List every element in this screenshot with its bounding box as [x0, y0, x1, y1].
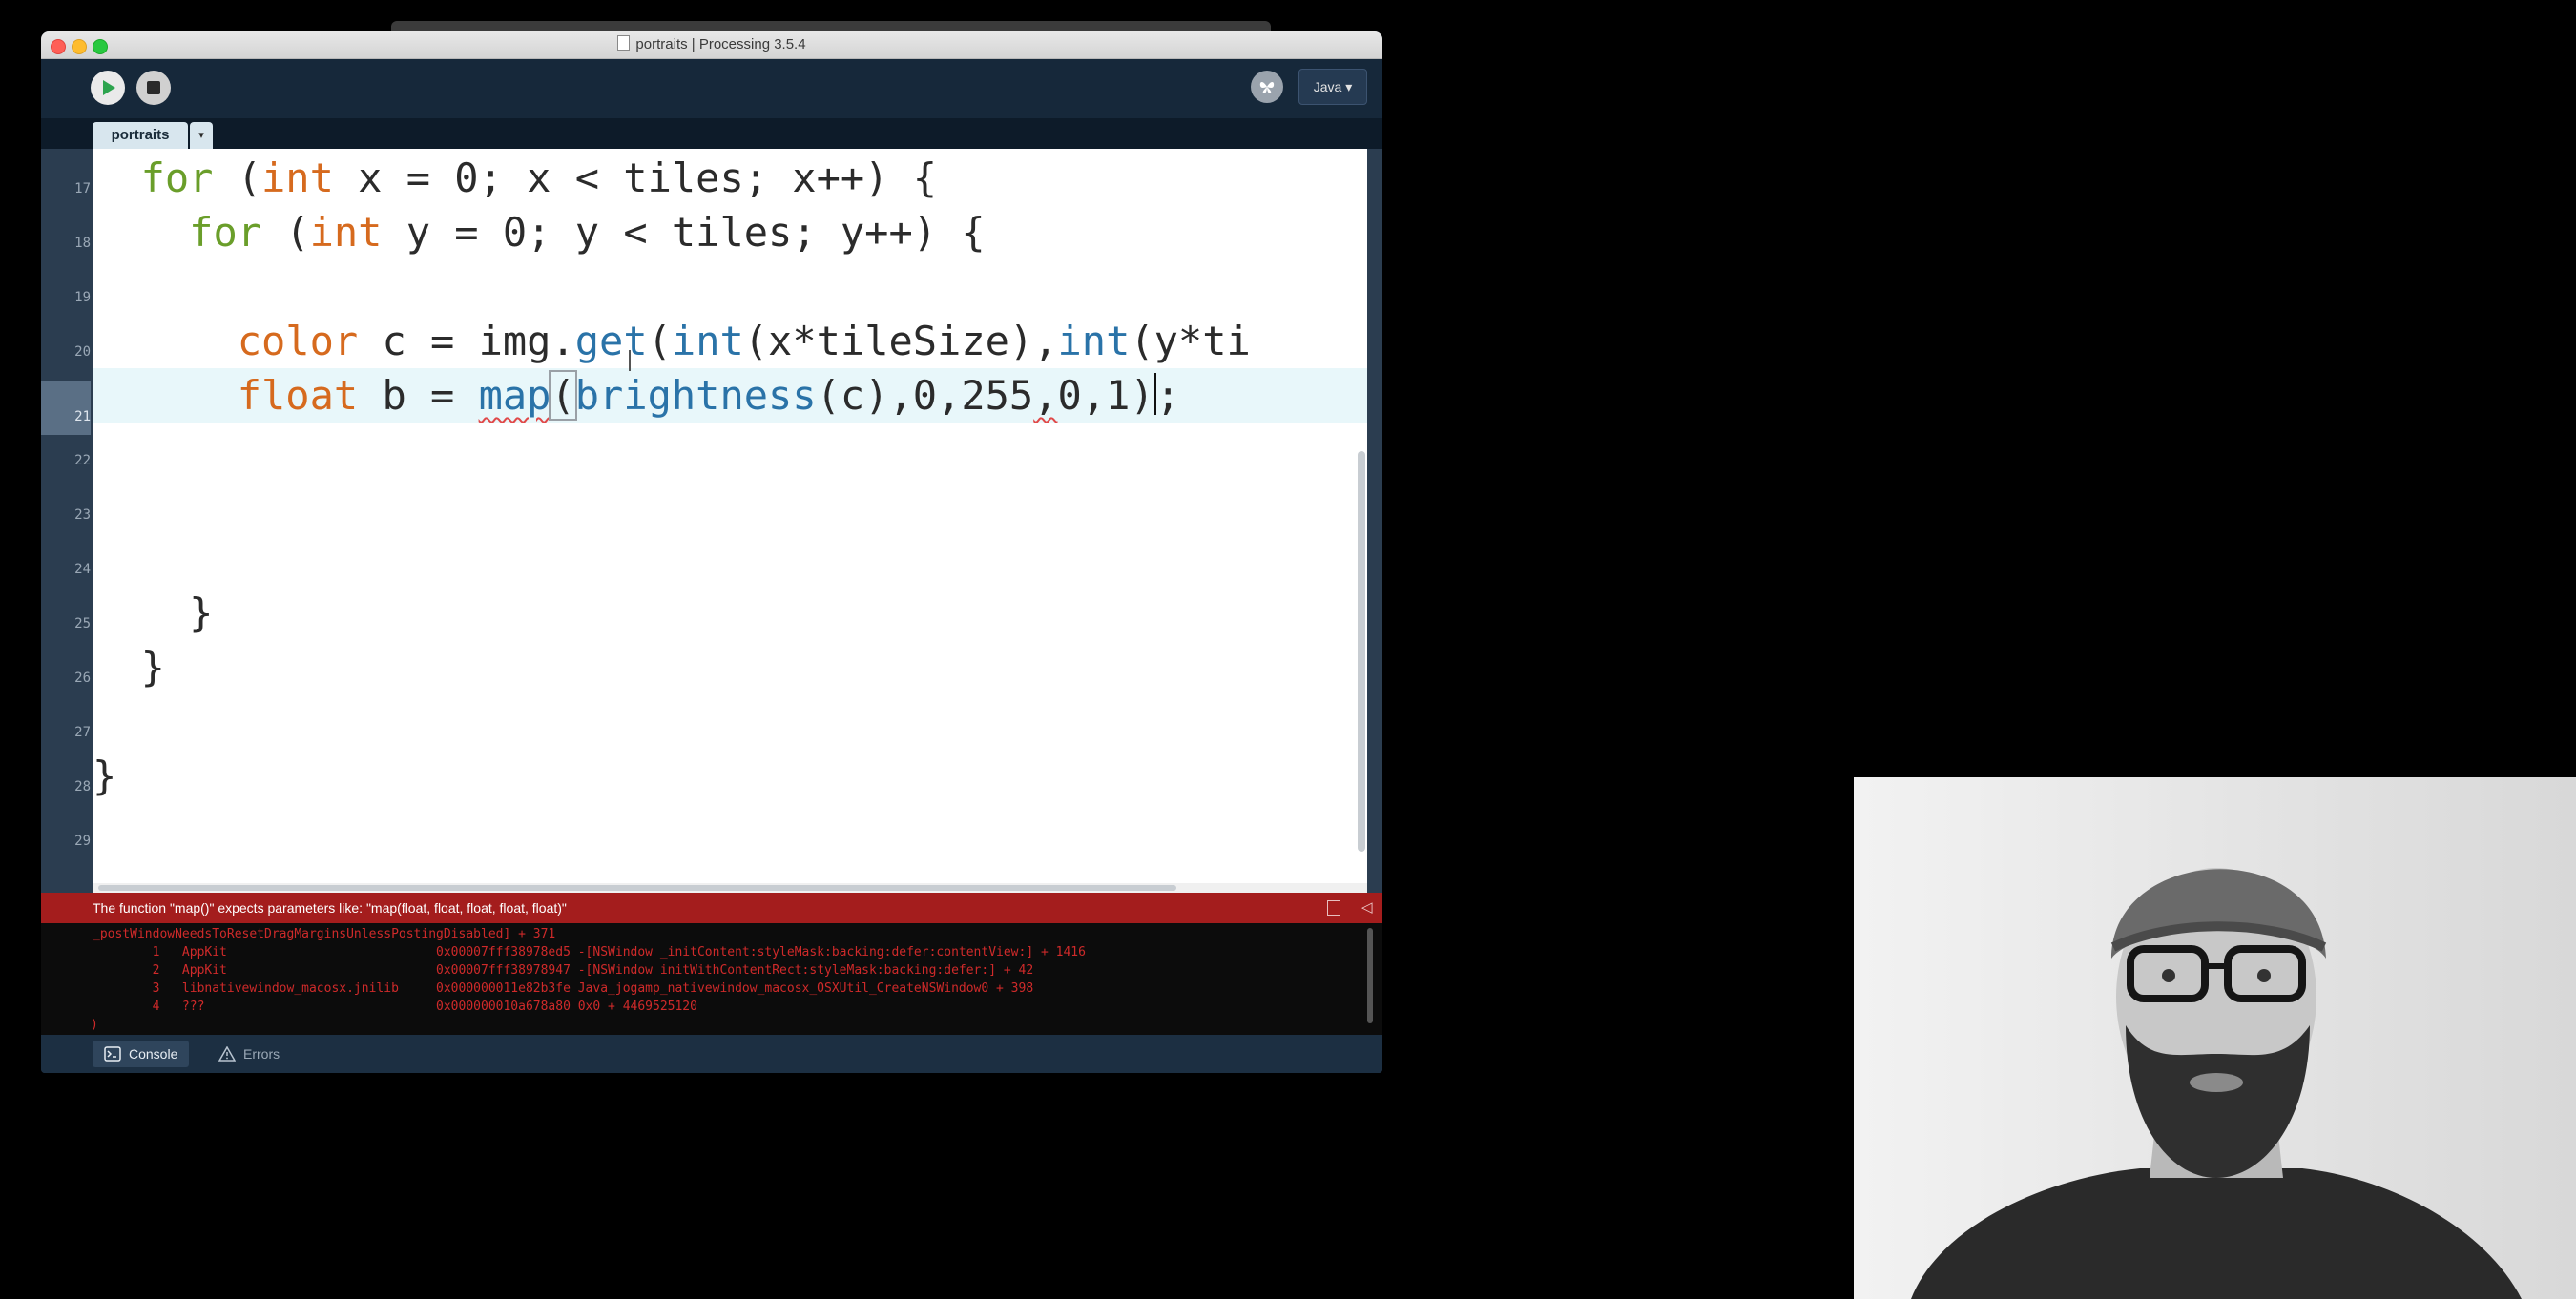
toolbar: Java ▾	[41, 59, 1382, 118]
line-number: 19	[74, 290, 91, 305]
console-scrollbar[interactable]	[1367, 928, 1373, 1023]
errors-tab-label: Errors	[243, 1046, 280, 1062]
console-line: )	[91, 1018, 98, 1032]
collapse-console-icon[interactable]: ◁	[1361, 898, 1373, 916]
processing-window: portraits | Processing 3.5.4 Java ▾ port…	[41, 31, 1382, 1073]
code-line-18: for (int y = 0; y < tiles; y++) {	[189, 209, 986, 256]
editor-horizontal-scrollbar[interactable]	[98, 885, 1176, 891]
code-line-28: }	[93, 753, 117, 799]
mouse-ibeam-cursor	[629, 350, 634, 371]
mode-selector[interactable]: Java ▾	[1298, 69, 1367, 105]
console-line: _postWindowNeedsToResetDragMarginsUnless…	[93, 927, 556, 941]
copy-icon[interactable]	[1327, 900, 1340, 916]
document-icon	[617, 35, 631, 51]
window-title-wrap: portraits | Processing 3.5.4	[41, 35, 1382, 52]
warning-icon	[218, 1046, 236, 1062]
line-number: 26	[74, 670, 91, 686]
stop-button[interactable]	[136, 71, 171, 105]
console-output: _postWindowNeedsToResetDragMarginsUnless…	[41, 923, 1382, 1035]
code-line-17: for (int x = 0; x < tiles; x++) {	[140, 155, 938, 201]
line-number: 25	[74, 616, 91, 631]
code-line-21: float b = map(brightness(c),0,255,0,1);	[93, 368, 1367, 423]
debug-button[interactable]	[1251, 71, 1283, 103]
tab-menu-button[interactable]: ▾	[190, 122, 213, 149]
titlebar: portraits | Processing 3.5.4	[41, 31, 1382, 59]
butterfly-icon	[1259, 82, 1275, 93]
line-number: 22	[74, 453, 91, 468]
line-number: 28	[74, 779, 91, 794]
webcam-overlay	[1854, 777, 2576, 1299]
footer-tabs: Console Errors	[41, 1035, 1382, 1073]
error-message: The function "map()" expects parameters …	[93, 900, 567, 916]
play-icon	[103, 80, 115, 95]
console-line: 3 libnativewindow_macosx.jnilib 0x000000…	[93, 981, 1034, 996]
console-line: 4 ??? 0x000000010a678a80 0x0 + 446952512…	[93, 1000, 697, 1014]
console-tab-label: Console	[129, 1046, 178, 1062]
line-number: 23	[74, 507, 91, 523]
stop-icon	[147, 81, 160, 94]
console-line: 1 AppKit 0x00007fff38978ed5 -[NSWindow _…	[93, 945, 1086, 959]
console-line: 2 AppKit 0x00007fff38978947 -[NSWindow i…	[93, 963, 1034, 978]
terminal-icon	[104, 1046, 121, 1062]
error-status-bar: The function "map()" expects parameters …	[41, 893, 1382, 923]
code-line-26: }	[140, 644, 165, 691]
console-tab[interactable]: Console	[93, 1041, 190, 1067]
code-line-25: }	[189, 589, 214, 636]
editor-vertical-scrollbar[interactable]	[1358, 451, 1365, 852]
tab-bar: portraits ▾	[41, 118, 1382, 149]
line-number: 18	[74, 236, 91, 251]
line-number: 29	[74, 834, 91, 849]
line-number-gutter: 17 18 19 20 21 22 23 24 25 26 27 28 29	[41, 149, 93, 893]
errors-tab[interactable]: Errors	[207, 1041, 291, 1067]
line-number: 27	[74, 725, 91, 740]
code-editor[interactable]: for (int x = 0; x < tiles; x++) { for (i…	[93, 149, 1367, 883]
line-number: 20	[74, 344, 91, 360]
line-number-current: 21	[41, 381, 91, 435]
window-title: portraits | Processing 3.5.4	[635, 36, 806, 52]
line-number: 17	[74, 181, 91, 196]
tab-portraits[interactable]: portraits	[93, 122, 188, 149]
run-button[interactable]	[91, 71, 125, 105]
presenter-video-image	[1854, 777, 2576, 1299]
code-line-20: color c = img.get(int(x*tileSize),int(y*…	[237, 318, 1251, 364]
line-number: 24	[74, 562, 91, 577]
